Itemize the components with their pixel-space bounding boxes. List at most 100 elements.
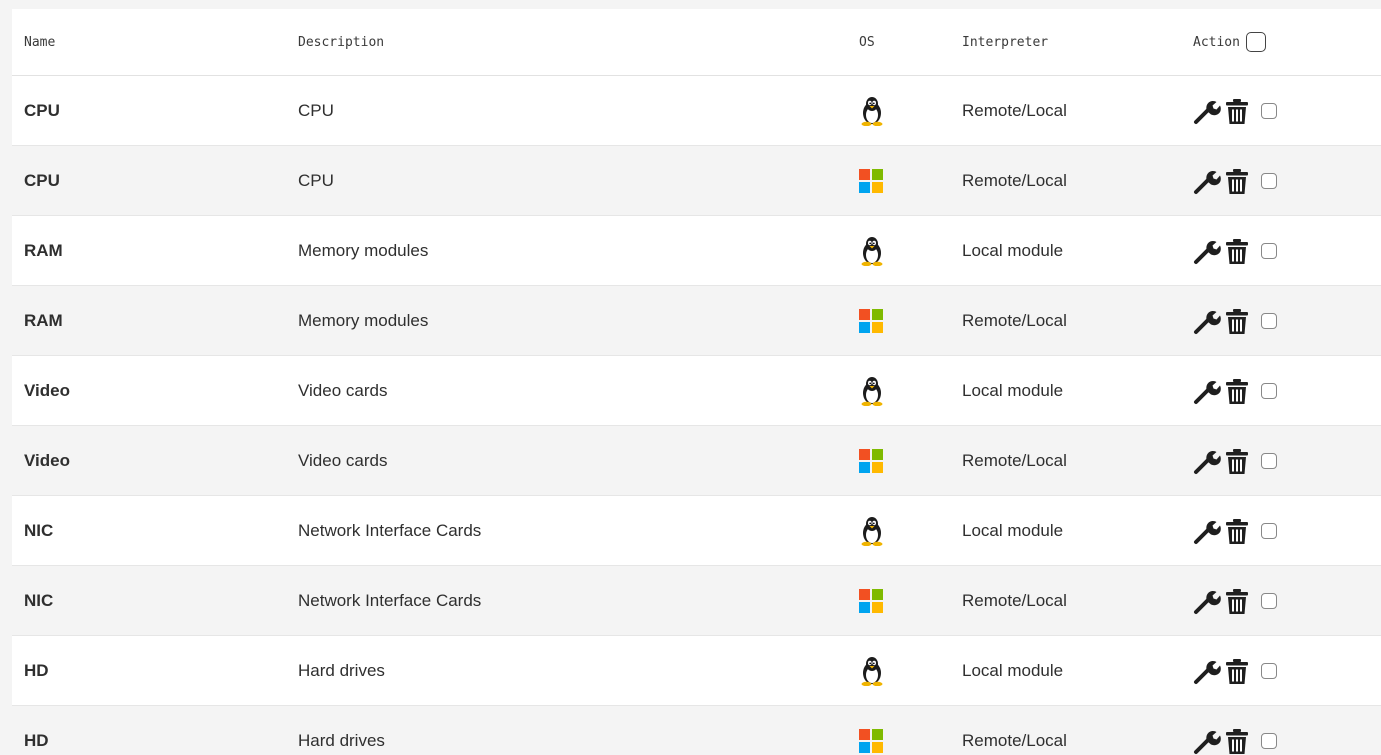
row-actions <box>1193 566 1277 635</box>
table-row: Video Video cards Remote/Local <box>12 426 1381 496</box>
row-description: Memory modules <box>298 240 429 260</box>
wrench-icon[interactable] <box>1193 377 1221 405</box>
row-actions <box>1193 636 1277 705</box>
row-name: Video <box>24 380 70 400</box>
table-row: RAM Memory modules Remote/Local <box>12 286 1381 356</box>
trash-icon[interactable] <box>1225 97 1249 125</box>
table-row: HD Hard drives Remote/Local <box>12 706 1381 755</box>
trash-icon[interactable] <box>1225 727 1249 755</box>
trash-icon[interactable] <box>1225 377 1249 405</box>
row-checkbox[interactable] <box>1261 452 1277 469</box>
windows-logo-icon <box>859 168 883 193</box>
wrench-icon[interactable] <box>1193 237 1221 265</box>
row-os <box>859 706 883 755</box>
trash-icon[interactable] <box>1225 307 1249 335</box>
row-checkbox[interactable] <box>1261 172 1277 189</box>
row-os <box>859 286 883 355</box>
wrench-icon[interactable] <box>1193 307 1221 335</box>
trash-icon[interactable] <box>1225 447 1249 475</box>
wrench-icon[interactable] <box>1193 167 1221 195</box>
row-interpreter: Remote/Local <box>962 100 1067 120</box>
row-interpreter: Local module <box>962 380 1064 400</box>
header-name[interactable]: Name <box>24 9 55 75</box>
row-actions <box>1193 76 1277 145</box>
windows-logo-icon <box>859 308 883 333</box>
trash-icon[interactable] <box>1225 517 1249 545</box>
row-interpreter: Local module <box>962 660 1064 680</box>
header-action: Action <box>1193 9 1266 75</box>
row-name: NIC <box>24 590 54 610</box>
row-description: Video cards <box>298 380 388 400</box>
select-all-checkbox[interactable] <box>1245 32 1266 52</box>
row-name: RAM <box>24 240 63 260</box>
row-actions <box>1193 146 1277 215</box>
row-actions <box>1193 286 1277 355</box>
table-body: CPU CPU Remote/Local CPU CPU Remote/Loca… <box>12 76 1381 755</box>
row-checkbox[interactable] <box>1261 312 1277 329</box>
row-description: Memory modules <box>298 310 429 330</box>
row-interpreter: Remote/Local <box>962 450 1067 470</box>
row-checkbox[interactable] <box>1261 242 1277 259</box>
row-actions <box>1193 496 1277 565</box>
wrench-icon[interactable] <box>1193 587 1221 615</box>
modules-table: Name Description OS Interpreter Action C… <box>12 9 1381 755</box>
row-name: RAM <box>24 310 63 330</box>
header-action-label: Action <box>1193 34 1240 50</box>
wrench-icon[interactable] <box>1193 97 1221 125</box>
linux-tux-icon <box>859 236 885 266</box>
row-checkbox[interactable] <box>1261 522 1277 539</box>
row-interpreter: Local module <box>962 240 1064 260</box>
windows-logo-icon <box>859 728 883 753</box>
trash-icon[interactable] <box>1225 587 1249 615</box>
row-os <box>859 496 885 565</box>
row-checkbox[interactable] <box>1261 662 1277 679</box>
table-row: NIC Network Interface Cards Local module <box>12 496 1381 566</box>
linux-tux-icon <box>859 96 885 126</box>
header-description[interactable]: Description <box>298 9 384 75</box>
row-description: Hard drives <box>298 730 385 750</box>
row-os <box>859 566 883 635</box>
table-row: NIC Network Interface Cards Remote/Local <box>12 566 1381 636</box>
row-name: Video <box>24 450 70 470</box>
wrench-icon[interactable] <box>1193 447 1221 475</box>
row-description: Network Interface Cards <box>298 590 482 610</box>
row-checkbox[interactable] <box>1261 102 1277 119</box>
row-checkbox[interactable] <box>1261 732 1277 749</box>
row-interpreter: Remote/Local <box>962 310 1067 330</box>
row-description: CPU <box>298 170 334 190</box>
windows-logo-icon <box>859 588 883 613</box>
trash-icon[interactable] <box>1225 167 1249 195</box>
table-row: CPU CPU Remote/Local <box>12 76 1381 146</box>
row-description: Hard drives <box>298 660 385 680</box>
row-os <box>859 216 885 285</box>
wrench-icon[interactable] <box>1193 727 1221 755</box>
row-os <box>859 356 885 425</box>
row-name: CPU <box>24 170 60 190</box>
table-row: CPU CPU Remote/Local <box>12 146 1381 216</box>
row-checkbox[interactable] <box>1261 592 1277 609</box>
row-name: HD <box>24 730 49 750</box>
row-description: Network Interface Cards <box>298 520 482 540</box>
table-row: Video Video cards Local module <box>12 356 1381 426</box>
row-name: NIC <box>24 520 54 540</box>
header-interpreter[interactable]: Interpreter <box>962 9 1048 75</box>
row-name: HD <box>24 660 49 680</box>
linux-tux-icon <box>859 376 885 406</box>
trash-icon[interactable] <box>1225 237 1249 265</box>
windows-logo-icon <box>859 448 883 473</box>
row-interpreter: Remote/Local <box>962 730 1067 750</box>
wrench-icon[interactable] <box>1193 517 1221 545</box>
table-row: HD Hard drives Local module <box>12 636 1381 706</box>
row-checkbox[interactable] <box>1261 382 1277 399</box>
header-os[interactable]: OS <box>859 9 875 75</box>
row-actions <box>1193 356 1277 425</box>
row-os <box>859 76 885 145</box>
trash-icon[interactable] <box>1225 657 1249 685</box>
wrench-icon[interactable] <box>1193 657 1221 685</box>
row-actions <box>1193 706 1277 755</box>
row-actions <box>1193 426 1277 495</box>
row-name: CPU <box>24 100 60 120</box>
table-row: RAM Memory modules Local module <box>12 216 1381 286</box>
row-interpreter: Remote/Local <box>962 590 1067 610</box>
row-os <box>859 636 885 705</box>
